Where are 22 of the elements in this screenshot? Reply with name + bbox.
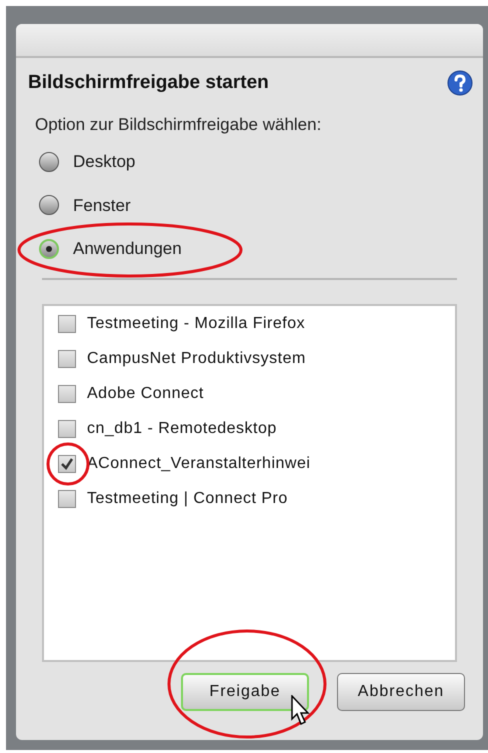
application-name[interactable]: Testmeeting - Mozilla Firefox [87, 312, 306, 336]
checkbox[interactable] [58, 490, 76, 508]
application-name[interactable]: Testmeeting | Connect Pro [87, 487, 288, 511]
checkbox[interactable] [58, 350, 76, 368]
radio-label[interactable]: Fenster [73, 192, 131, 218]
radio-button[interactable] [39, 238, 59, 259]
prompt-text: Option zur Bildschirmfreigabe wählen: [34, 114, 322, 136]
radio-button[interactable] [39, 152, 59, 172]
checkbox[interactable] [58, 315, 76, 333]
application-name[interactable]: AConnect_Veranstalterhinwei [87, 452, 310, 476]
application-name[interactable]: cn_db1 - Remotedesktop [87, 417, 277, 441]
application-name[interactable]: CampusNet Produktivsystem [87, 347, 306, 371]
application-name[interactable]: Adobe Connect [87, 382, 204, 406]
checkbox[interactable] [58, 420, 76, 438]
radio-label[interactable]: Desktop [73, 149, 136, 174]
checkbox[interactable] [58, 455, 76, 473]
share-button[interactable]: Freigabe [181, 672, 309, 710]
checkbox[interactable] [58, 385, 76, 403]
cancel-button[interactable]: Abbrechen [337, 672, 465, 710]
dialog-title: Bildschirmfreigabe starten [28, 71, 269, 95]
help-icon[interactable] [447, 70, 473, 96]
radio-button[interactable] [39, 195, 59, 216]
